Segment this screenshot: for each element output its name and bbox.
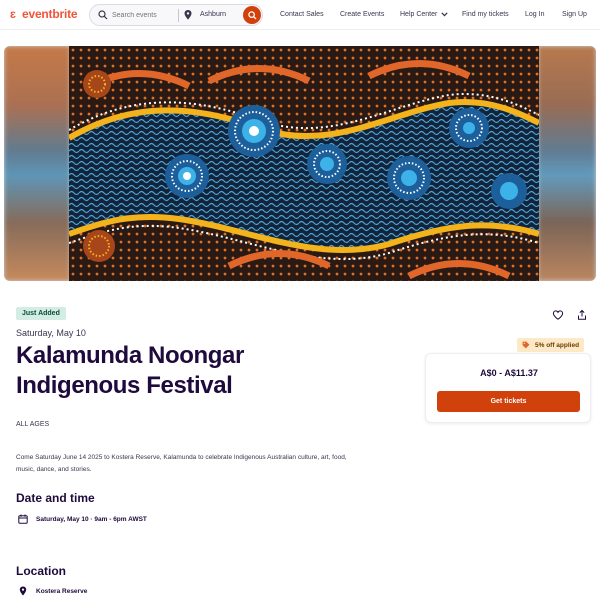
chevron-down-icon <box>441 12 448 17</box>
nav-contact-sales[interactable]: Contact Sales <box>280 11 324 18</box>
tag-icon <box>522 341 530 349</box>
date-time-row: Saturday, May 10 · 9am - 6pm AWST <box>18 514 147 524</box>
search-submit-button[interactable] <box>243 6 261 24</box>
search-input[interactable] <box>112 8 172 22</box>
nav-signup[interactable]: Sign Up <box>562 11 587 18</box>
event-hero-image <box>69 46 539 281</box>
venue-name[interactable]: Kostera Reserve <box>36 588 87 595</box>
nav-find-tickets[interactable]: Find my tickets <box>462 11 509 18</box>
calendar-icon <box>18 514 28 524</box>
banner-blur-left <box>4 46 70 281</box>
get-tickets-button[interactable]: Get tickets <box>437 391 580 412</box>
share-icon[interactable] <box>576 309 588 321</box>
search-submit-icon <box>247 10 257 20</box>
event-title: Kalamunda Noongar Indigenous Festival <box>16 342 244 399</box>
top-header: ɛ eventbrite Ashburn Contact Sales Creat… <box>0 0 600 30</box>
location-pin-icon <box>19 586 27 596</box>
event-banner <box>4 46 596 281</box>
search-bar: Ashburn <box>89 4 263 26</box>
nav-login[interactable]: Log In <box>525 11 544 18</box>
location-input[interactable]: Ashburn <box>200 11 226 18</box>
eventbrite-logo[interactable]: ɛ eventbrite <box>10 7 78 21</box>
nav-help-center-label: Help Center <box>400 11 438 18</box>
age-restriction: ALL AGES <box>16 421 50 428</box>
date-time-heading: Date and time <box>16 491 95 505</box>
nav-help-center[interactable]: Help Center <box>400 11 448 18</box>
ticket-price-range: A$0 - A$11.37 <box>480 368 538 378</box>
ticket-card: A$0 - A$11.37 Get tickets <box>425 353 591 423</box>
heart-icon[interactable] <box>552 309 564 321</box>
banner-blur-right <box>538 46 596 281</box>
promo-text: 5% off applied <box>535 341 580 349</box>
event-description: Come Saturday June 14 2025 to Kostera Re… <box>16 454 347 473</box>
promo-badge: 5% off applied <box>517 338 585 352</box>
location-row: Kostera Reserve <box>18 586 87 596</box>
location-pin-icon <box>184 10 192 20</box>
logo-text: eventbrite <box>22 7 78 21</box>
just-added-badge: Just Added <box>16 307 66 320</box>
date-time-value: Saturday, May 10 · 9am - 6pm AWST <box>36 515 147 523</box>
search-divider <box>178 9 179 22</box>
location-heading: Location <box>16 564 66 578</box>
nav-create-events[interactable]: Create Events <box>340 11 384 18</box>
eventbrite-logo-icon: ɛ <box>10 7 16 21</box>
event-date-short: Saturday, May 10 <box>16 328 86 338</box>
search-icon <box>98 10 108 20</box>
